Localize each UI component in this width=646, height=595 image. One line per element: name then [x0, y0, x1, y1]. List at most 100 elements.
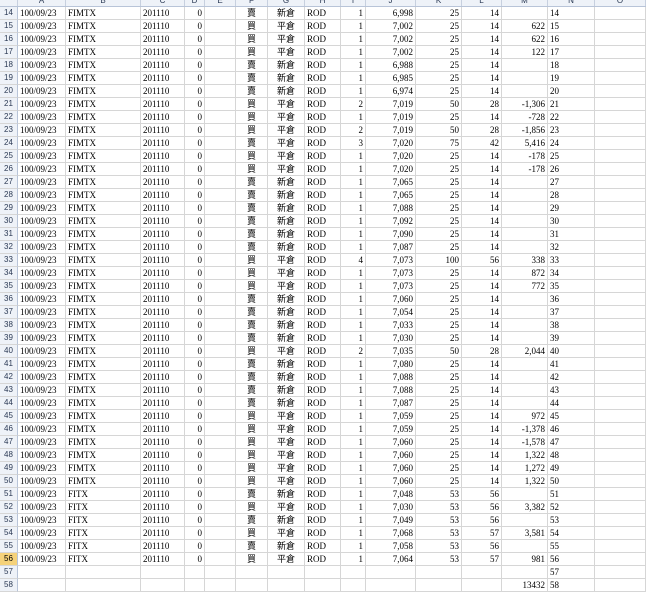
cell-f[interactable]: 賣	[236, 293, 268, 306]
cell-a[interactable]: 100/09/23	[18, 358, 66, 371]
row-header[interactable]: 36	[0, 293, 18, 306]
cell-i[interactable]: 1	[341, 436, 366, 449]
cell-c[interactable]: 201110	[141, 306, 185, 319]
cell-c[interactable]: 201110	[141, 462, 185, 475]
cell-k[interactable]: 53	[416, 540, 462, 553]
cell-m[interactable]: 3,581	[502, 527, 548, 540]
cell-d[interactable]: 0	[185, 215, 205, 228]
cell-a[interactable]: 100/09/23	[18, 332, 66, 345]
cell-b[interactable]: FIMTX	[66, 111, 141, 124]
cell-j[interactable]: 6,985	[366, 72, 416, 85]
cell-m[interactable]: 5,416	[502, 137, 548, 150]
spreadsheet-grid[interactable]: ABCDEFGHIJKLMNO 14 100/09/23 FIMTX 201110 0 賣…	[0, 0, 646, 595]
cell-i[interactable]: 1	[341, 423, 366, 436]
cell-h[interactable]: ROD	[305, 241, 341, 254]
cell-k[interactable]: 25	[416, 111, 462, 124]
cell-k[interactable]: 25	[416, 306, 462, 319]
cell-o[interactable]	[595, 124, 646, 137]
cell-o[interactable]	[595, 423, 646, 436]
cell-d[interactable]: 0	[185, 488, 205, 501]
cell-a[interactable]: 100/09/23	[18, 410, 66, 423]
cell-m[interactable]	[502, 319, 548, 332]
cell-o[interactable]	[595, 150, 646, 163]
cell-o[interactable]	[595, 501, 646, 514]
cell-l[interactable]: 56	[462, 254, 502, 267]
cell-e[interactable]	[205, 202, 236, 215]
cell-k[interactable]: 25	[416, 371, 462, 384]
cell-i[interactable]: 2	[341, 98, 366, 111]
cell-j[interactable]: 7,065	[366, 176, 416, 189]
cell-g[interactable]: 平倉	[268, 111, 305, 124]
cell-c[interactable]: 201110	[141, 514, 185, 527]
cell-k[interactable]: 25	[416, 46, 462, 59]
cell-n[interactable]: 19	[548, 72, 595, 85]
cell-g[interactable]: 新倉	[268, 384, 305, 397]
column-header-e[interactable]: E	[205, 0, 236, 6]
cell-h[interactable]: ROD	[305, 46, 341, 59]
row-header[interactable]: 25	[0, 150, 18, 163]
cell-f[interactable]: 買	[236, 124, 268, 137]
cell-b[interactable]: FITX	[66, 540, 141, 553]
cell-a[interactable]: 100/09/23	[18, 111, 66, 124]
cell-i[interactable]: 1	[341, 358, 366, 371]
cell-k[interactable]: 25	[416, 241, 462, 254]
cell-o[interactable]	[595, 33, 646, 46]
row-header[interactable]: 42	[0, 371, 18, 384]
cell-d[interactable]: 0	[185, 306, 205, 319]
cell-d[interactable]: 0	[185, 7, 205, 20]
cell-m[interactable]: 972	[502, 410, 548, 423]
cell-m[interactable]	[502, 228, 548, 241]
cell-j[interactable]: 7,060	[366, 436, 416, 449]
cell-n[interactable]: 27	[548, 176, 595, 189]
row-header[interactable]: 18	[0, 59, 18, 72]
cell-e[interactable]	[205, 267, 236, 280]
cell-n[interactable]: 46	[548, 423, 595, 436]
cell-n[interactable]: 17	[548, 46, 595, 59]
cell-j[interactable]	[366, 579, 416, 592]
cell-e[interactable]	[205, 462, 236, 475]
row-header[interactable]: 20	[0, 85, 18, 98]
cell-o[interactable]	[595, 345, 646, 358]
cell-c[interactable]: 201110	[141, 267, 185, 280]
cell-b[interactable]: FIMTX	[66, 332, 141, 345]
cell-o[interactable]	[595, 358, 646, 371]
cell-e[interactable]	[205, 319, 236, 332]
cell-i[interactable]: 1	[341, 384, 366, 397]
cell-a[interactable]: 100/09/23	[18, 189, 66, 202]
cell-j[interactable]: 7,059	[366, 423, 416, 436]
cell-a[interactable]: 100/09/23	[18, 176, 66, 189]
cell-l[interactable]: 14	[462, 306, 502, 319]
cell-g[interactable]: 平倉	[268, 267, 305, 280]
cell-k[interactable]: 25	[416, 358, 462, 371]
cell-l[interactable]: 14	[462, 163, 502, 176]
cell-k[interactable]: 25	[416, 59, 462, 72]
cell-f[interactable]: 賣	[236, 228, 268, 241]
cell-f[interactable]: 賣	[236, 358, 268, 371]
cell-e[interactable]	[205, 189, 236, 202]
cell-o[interactable]	[595, 293, 646, 306]
cell-k[interactable]: 25	[416, 475, 462, 488]
cell-d[interactable]: 0	[185, 72, 205, 85]
cell-g[interactable]: 新倉	[268, 72, 305, 85]
cell-a[interactable]: 100/09/23	[18, 462, 66, 475]
cell-i[interactable]: 1	[341, 33, 366, 46]
cell-f[interactable]: 賣	[236, 397, 268, 410]
cell-h[interactable]: ROD	[305, 475, 341, 488]
cell-e[interactable]	[205, 20, 236, 33]
cell-n[interactable]: 32	[548, 241, 595, 254]
cell-e[interactable]	[205, 501, 236, 514]
cell-f[interactable]: 買	[236, 98, 268, 111]
cell-g[interactable]: 平倉	[268, 98, 305, 111]
cell-k[interactable]: 25	[416, 85, 462, 98]
row-header[interactable]: 41	[0, 358, 18, 371]
cell-l[interactable]: 14	[462, 33, 502, 46]
cell-m[interactable]	[502, 384, 548, 397]
cell-m[interactable]	[502, 202, 548, 215]
cell-m[interactable]: 1,272	[502, 462, 548, 475]
cell-f[interactable]: 買	[236, 111, 268, 124]
cell-n[interactable]: 48	[548, 449, 595, 462]
cell-e[interactable]	[205, 579, 236, 592]
cell-e[interactable]	[205, 423, 236, 436]
cell-b[interactable]: FIMTX	[66, 423, 141, 436]
cell-i[interactable]: 1	[341, 72, 366, 85]
